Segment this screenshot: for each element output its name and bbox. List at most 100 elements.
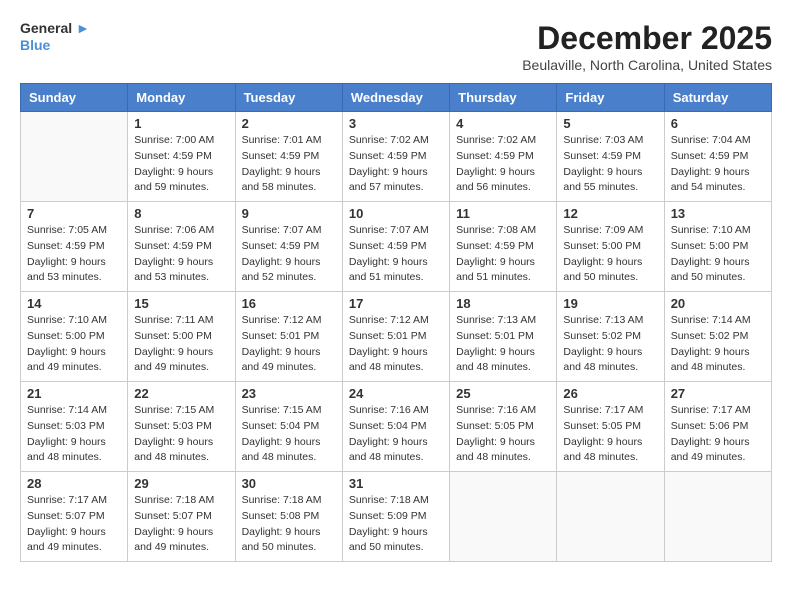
day-number: 1 (134, 116, 228, 131)
day-number: 23 (242, 386, 336, 401)
day-info: Sunrise: 7:17 AM Sunset: 5:05 PM Dayligh… (563, 403, 657, 466)
calendar-week-row: 21 Sunrise: 7:14 AM Sunset: 5:03 PM Dayli… (21, 382, 772, 472)
table-row: 2 Sunrise: 7:01 AM Sunset: 4:59 PM Daylig… (235, 112, 342, 202)
day-info: Sunrise: 7:12 AM Sunset: 5:01 PM Dayligh… (349, 313, 443, 376)
table-row: 18 Sunrise: 7:13 AM Sunset: 5:01 PM Dayli… (450, 292, 557, 382)
table-row (664, 472, 771, 562)
day-info: Sunrise: 7:03 AM Sunset: 4:59 PM Dayligh… (563, 133, 657, 196)
table-row: 24 Sunrise: 7:16 AM Sunset: 5:04 PM Dayli… (342, 382, 449, 472)
day-number: 15 (134, 296, 228, 311)
header-friday: Friday (557, 84, 664, 112)
table-row: 7 Sunrise: 7:05 AM Sunset: 4:59 PM Daylig… (21, 202, 128, 292)
table-row: 14Sunrise: 7:10 AM Sunset: 5:00 PM Dayli… (21, 292, 128, 382)
table-row: 30 Sunrise: 7:18 AM Sunset: 5:08 PM Dayli… (235, 472, 342, 562)
table-row: 31 Sunrise: 7:18 AM Sunset: 5:09 PM Dayli… (342, 472, 449, 562)
table-row: 11 Sunrise: 7:08 AM Sunset: 4:59 PM Dayli… (450, 202, 557, 292)
table-row: 26 Sunrise: 7:17 AM Sunset: 5:05 PM Dayli… (557, 382, 664, 472)
table-row: 21 Sunrise: 7:14 AM Sunset: 5:03 PM Dayli… (21, 382, 128, 472)
day-info: Sunrise: 7:18 AM Sunset: 5:08 PM Dayligh… (242, 493, 336, 556)
day-info: Sunrise: 7:07 AM Sunset: 4:59 PM Dayligh… (242, 223, 336, 286)
logo: General ► Blue (20, 20, 90, 54)
header-tuesday: Tuesday (235, 84, 342, 112)
table-row: 6 Sunrise: 7:04 AM Sunset: 4:59 PM Daylig… (664, 112, 771, 202)
table-row (450, 472, 557, 562)
table-row: 28Sunrise: 7:17 AM Sunset: 5:07 PM Dayli… (21, 472, 128, 562)
day-number: 2 (242, 116, 336, 131)
table-row: 16 Sunrise: 7:12 AM Sunset: 5:01 PM Dayli… (235, 292, 342, 382)
day-info: Sunrise: 7:08 AM Sunset: 4:59 PM Dayligh… (456, 223, 550, 286)
day-number: 5 (563, 116, 657, 131)
day-info: Sunrise: 7:17 AM Sunset: 5:06 PM Dayligh… (671, 403, 765, 466)
header-monday: Monday (128, 84, 235, 112)
day-number: 22 (134, 386, 228, 401)
day-number: 13 (671, 206, 765, 221)
table-row: 12 Sunrise: 7:09 AM Sunset: 5:00 PM Dayli… (557, 202, 664, 292)
day-number: 25 (456, 386, 550, 401)
day-info: Sunrise: 7:16 AM Sunset: 5:05 PM Dayligh… (456, 403, 550, 466)
day-info: Sunrise: 7:12 AM Sunset: 5:01 PM Dayligh… (242, 313, 336, 376)
day-info: Sunrise: 7:00 AM Sunset: 4:59 PM Dayligh… (134, 133, 228, 196)
day-info: Sunrise: 7:10 AM Sunset: 5:00 PM Dayligh… (671, 223, 765, 286)
day-info: Sunrise: 7:15 AM Sunset: 5:03 PM Dayligh… (134, 403, 228, 466)
table-row: 10 Sunrise: 7:07 AM Sunset: 4:59 PM Dayli… (342, 202, 449, 292)
table-row: 22 Sunrise: 7:15 AM Sunset: 5:03 PM Dayli… (128, 382, 235, 472)
day-info: Sunrise: 7:18 AM Sunset: 5:07 PM Dayligh… (134, 493, 228, 556)
day-info: Sunrise: 7:16 AM Sunset: 5:04 PM Dayligh… (349, 403, 443, 466)
day-info: Sunrise: 7:06 AM Sunset: 4:59 PM Dayligh… (134, 223, 228, 286)
table-row (21, 112, 128, 202)
table-row: 25 Sunrise: 7:16 AM Sunset: 5:05 PM Dayli… (450, 382, 557, 472)
day-info: Sunrise: 7:09 AM Sunset: 5:00 PM Dayligh… (563, 223, 657, 286)
day-number: 9 (242, 206, 336, 221)
day-info: Sunrise: 7:15 AM Sunset: 5:04 PM Dayligh… (242, 403, 336, 466)
table-row: 9 Sunrise: 7:07 AM Sunset: 4:59 PM Daylig… (235, 202, 342, 292)
table-row: 3 Sunrise: 7:02 AM Sunset: 4:59 PM Daylig… (342, 112, 449, 202)
day-number: 3 (349, 116, 443, 131)
day-info: Sunrise: 7:04 AM Sunset: 4:59 PM Dayligh… (671, 133, 765, 196)
day-info: Sunrise: 7:05 AM Sunset: 4:59 PM Dayligh… (27, 223, 121, 286)
table-row: 23 Sunrise: 7:15 AM Sunset: 5:04 PM Dayli… (235, 382, 342, 472)
table-row: 27 Sunrise: 7:17 AM Sunset: 5:06 PM Dayli… (664, 382, 771, 472)
day-info: Sunrise: 7:14 AM Sunset: 5:02 PM Dayligh… (671, 313, 765, 376)
table-row: 15Sunrise: 7:11 AM Sunset: 5:00 PM Dayli… (128, 292, 235, 382)
table-row: 19Sunrise: 7:13 AM Sunset: 5:02 PM Dayli… (557, 292, 664, 382)
calendar-week-row: 28Sunrise: 7:17 AM Sunset: 5:07 PM Dayli… (21, 472, 772, 562)
day-number: 17 (349, 296, 443, 311)
day-number: 26 (563, 386, 657, 401)
day-number: 27 (671, 386, 765, 401)
table-row: 5 Sunrise: 7:03 AM Sunset: 4:59 PM Daylig… (557, 112, 664, 202)
day-info: Sunrise: 7:01 AM Sunset: 4:59 PM Dayligh… (242, 133, 336, 196)
day-number: 6 (671, 116, 765, 131)
day-info: Sunrise: 7:07 AM Sunset: 4:59 PM Dayligh… (349, 223, 443, 286)
day-number: 12 (563, 206, 657, 221)
day-number: 20 (671, 296, 765, 311)
page-header: General ► Blue December 2025 Beulaville,… (20, 20, 772, 73)
calendar-week-row: 7 Sunrise: 7:05 AM Sunset: 4:59 PM Daylig… (21, 202, 772, 292)
day-number: 10 (349, 206, 443, 221)
day-info: Sunrise: 7:14 AM Sunset: 5:03 PM Dayligh… (27, 403, 121, 466)
day-number: 31 (349, 476, 443, 491)
day-info: Sunrise: 7:13 AM Sunset: 5:01 PM Dayligh… (456, 313, 550, 376)
header-thursday: Thursday (450, 84, 557, 112)
day-info: Sunrise: 7:02 AM Sunset: 4:59 PM Dayligh… (349, 133, 443, 196)
day-number: 18 (456, 296, 550, 311)
day-number: 4 (456, 116, 550, 131)
day-number: 29 (134, 476, 228, 491)
day-number: 24 (349, 386, 443, 401)
calendar-table: Sunday Monday Tuesday Wednesday Thursday… (20, 83, 772, 562)
day-number: 16 (242, 296, 336, 311)
title-block: December 2025 Beulaville, North Carolina… (522, 20, 772, 73)
day-number: 30 (242, 476, 336, 491)
day-number: 21 (27, 386, 121, 401)
month-title: December 2025 (522, 20, 772, 57)
table-row: 4Sunrise: 7:02 AM Sunset: 4:59 PM Daylig… (450, 112, 557, 202)
day-info: Sunrise: 7:10 AM Sunset: 5:00 PM Dayligh… (27, 313, 121, 376)
day-number: 7 (27, 206, 121, 221)
calendar-week-row: 14Sunrise: 7:10 AM Sunset: 5:00 PM Dayli… (21, 292, 772, 382)
day-info: Sunrise: 7:13 AM Sunset: 5:02 PM Dayligh… (563, 313, 657, 376)
calendar-week-row: 1 Sunrise: 7:00 AM Sunset: 4:59 PM Daylig… (21, 112, 772, 202)
header-sunday: Sunday (21, 84, 128, 112)
day-number: 11 (456, 206, 550, 221)
table-row (557, 472, 664, 562)
table-row: 29 Sunrise: 7:18 AM Sunset: 5:07 PM Dayli… (128, 472, 235, 562)
day-info: Sunrise: 7:18 AM Sunset: 5:09 PM Dayligh… (349, 493, 443, 556)
